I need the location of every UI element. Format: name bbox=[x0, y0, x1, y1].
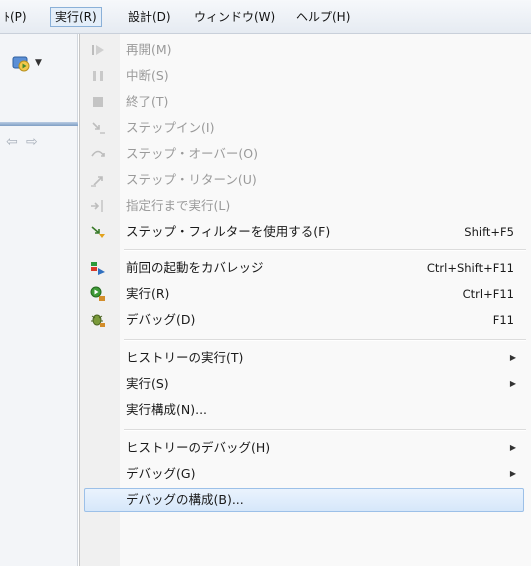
menu-item-suspend[interactable]: 中断(S) bbox=[80, 63, 531, 89]
menu-item-debug-history[interactable]: ヒストリーのデバッグ(H) ▶ bbox=[80, 435, 531, 461]
editor-tab-strip bbox=[0, 122, 78, 126]
submenu-arrow-icon: ▶ bbox=[509, 443, 516, 452]
menu-item-debug-configurations[interactable]: デバッグの構成(B)... bbox=[80, 487, 531, 513]
menu-item-label: 実行(R) bbox=[126, 286, 170, 301]
step-return-icon bbox=[91, 176, 103, 187]
menu-item-label: 中断(S) bbox=[126, 68, 169, 83]
toolbar-area: ▼ ⇦ ⇨ bbox=[0, 34, 78, 566]
suspend-icon bbox=[93, 71, 103, 81]
forward-arrow-icon[interactable]: ⇨ bbox=[26, 134, 38, 150]
menu-item-step-into[interactable]: ステップイン(I) bbox=[80, 115, 531, 141]
menu-design[interactable]: 設計(D) bbox=[124, 7, 175, 27]
menu-item-shortcut: F11 bbox=[492, 313, 514, 327]
back-arrow-icon[interactable]: ⇦ bbox=[6, 134, 18, 150]
debug-icon bbox=[91, 314, 105, 327]
menu-item-label: ヒストリーのデバッグ(H) bbox=[126, 440, 271, 455]
menu-item-terminate[interactable]: 終了(T) bbox=[80, 89, 531, 115]
submenu-arrow-icon: ▶ bbox=[509, 469, 516, 478]
run-menu-dropdown: 再開(M) 中断(S) 終了(T) ステップイン(I) ステップ・オーバー(O)… bbox=[79, 34, 531, 566]
menu-project[interactable]: ﾄ(P) bbox=[0, 7, 31, 27]
menu-item-step-over[interactable]: ステップ・オーバー(O) bbox=[80, 141, 531, 167]
menu-item-run-history[interactable]: ヒストリーの実行(T) ▶ bbox=[80, 345, 531, 371]
menu-item-shortcut: Ctrl+F11 bbox=[462, 287, 514, 301]
menu-item-label: ステップ・フィルターを使用する(F) bbox=[126, 224, 331, 239]
menu-item-label: 実行構成(N)... bbox=[126, 402, 208, 417]
menu-window[interactable]: ウィンドウ(W) bbox=[190, 7, 279, 27]
menu-item-label: 再開(M) bbox=[126, 42, 172, 57]
menu-item-shortcut: Ctrl+Shift+F11 bbox=[426, 261, 514, 275]
menu-item-resume[interactable]: 再開(M) bbox=[80, 37, 531, 63]
menu-item-label: 指定行まで実行(L) bbox=[126, 198, 231, 213]
submenu-arrow-icon: ▶ bbox=[509, 353, 516, 362]
menu-separator bbox=[124, 429, 526, 431]
resume-icon bbox=[92, 45, 104, 55]
step-into-icon bbox=[92, 122, 105, 134]
menu-run[interactable]: 実行(R) bbox=[50, 7, 102, 27]
coverage-icon bbox=[91, 262, 105, 275]
menu-item-label: 実行(S) bbox=[126, 376, 169, 391]
menu-item-label: ヒストリーの実行(T) bbox=[126, 350, 244, 365]
menu-item-label: 終了(T) bbox=[126, 94, 169, 109]
menu-item-run-configurations[interactable]: 実行構成(N)... bbox=[80, 397, 531, 423]
chevron-down-icon[interactable]: ▼ bbox=[35, 58, 42, 68]
menu-item-run-to-line[interactable]: 指定行まで実行(L) bbox=[80, 193, 531, 219]
menu-item-label: デバッグの構成(B)... bbox=[126, 492, 244, 507]
menu-item-use-step-filters[interactable]: ステップ・フィルターを使用する(F) Shift+F5 bbox=[80, 219, 531, 245]
menu-item-shortcut: Shift+F5 bbox=[464, 225, 514, 239]
menu-item-debug-as[interactable]: デバッグ(G) ▶ bbox=[80, 461, 531, 487]
menu-item-label: ステップイン(I) bbox=[126, 120, 215, 135]
menu-item-run-as[interactable]: 実行(S) ▶ bbox=[80, 371, 531, 397]
menu-item-label: デバッグ(D) bbox=[126, 312, 196, 327]
menu-item-debug[interactable]: デバッグ(D) F11 bbox=[80, 307, 531, 333]
menu-item-coverage-last-launch[interactable]: 前回の起動をカバレッジ Ctrl+Shift+F11 bbox=[80, 255, 531, 281]
menu-item-label: 前回の起動をカバレッジ bbox=[126, 260, 264, 275]
step-over-icon bbox=[91, 150, 105, 157]
run-config-icon bbox=[12, 56, 30, 72]
run-to-line-icon bbox=[91, 200, 103, 212]
terminate-icon bbox=[93, 97, 103, 107]
menu-separator bbox=[124, 249, 526, 251]
menu-bar: ﾄ(P) 実行(R) 設計(D) ウィンドウ(W) ヘルプ(H) bbox=[0, 0, 531, 34]
menu-separator bbox=[124, 339, 526, 341]
menu-help[interactable]: ヘルプ(H) bbox=[292, 7, 354, 27]
run-icon bbox=[90, 286, 105, 301]
menu-item-label: デバッグ(G) bbox=[126, 466, 196, 481]
run-config-dropdown-button[interactable]: ▼ bbox=[10, 52, 44, 74]
menu-item-run[interactable]: 実行(R) Ctrl+F11 bbox=[80, 281, 531, 307]
step-filter-icon bbox=[91, 226, 105, 238]
menu-item-step-return[interactable]: ステップ・リターン(U) bbox=[80, 167, 531, 193]
submenu-arrow-icon: ▶ bbox=[509, 379, 516, 388]
menu-item-label: ステップ・オーバー(O) bbox=[126, 146, 258, 161]
menu-item-label: ステップ・リターン(U) bbox=[126, 172, 257, 187]
